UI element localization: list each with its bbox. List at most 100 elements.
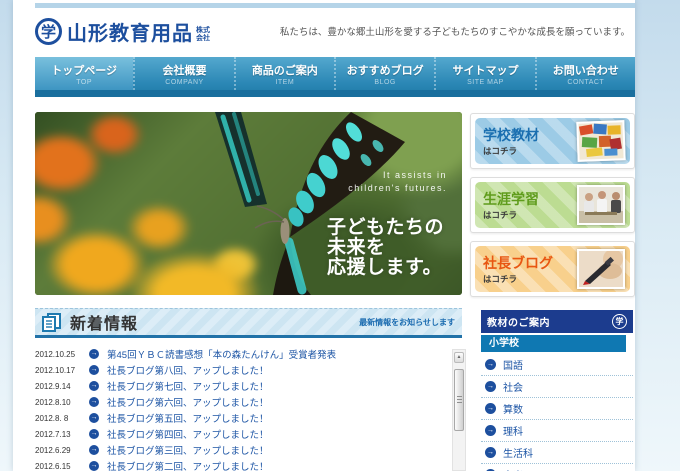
news-section-title: 新着情報 xyxy=(70,310,138,334)
nav-label: サイトマップ xyxy=(452,62,518,78)
main-nav: トップページ TOP 会社概要 COMPANY 商品のご案内 ITEM おすすめ… xyxy=(35,57,635,97)
company-logo[interactable]: 学 山形教育用品 株式 会社 xyxy=(35,17,210,46)
nav-item-top[interactable]: トップページ TOP xyxy=(35,57,133,90)
circle-arrow-icon: → xyxy=(485,447,496,458)
menu-item-music[interactable]: → 音楽 xyxy=(481,464,633,471)
news-item: 2012.6.29 → 社長ブログ第三回、アップしました！ xyxy=(35,442,447,458)
nav-sublabel: TOP xyxy=(76,79,92,86)
news-date: 2012.10.17 xyxy=(35,366,89,375)
banner-sublabel: はコチラ xyxy=(483,209,517,221)
scroll-thumb[interactable] xyxy=(454,369,464,431)
materials-menu: 教材のご案内 学 小学校 → 国語 → 社会 → 算数 → xyxy=(481,310,633,471)
hero-caption-en-line2: children's futures. xyxy=(348,182,447,195)
banner-president-blog[interactable]: 社長ブログ はコチラ xyxy=(470,241,635,297)
menu-item-label: 算数 xyxy=(503,401,523,416)
news-item: 2012.10.25 → 第45回ＹＢＣ読書感想「本の森たんけん」受賞者発表 xyxy=(35,346,447,362)
circle-arrow-icon: → xyxy=(485,425,496,436)
hero-caption-en-line1: It assists in xyxy=(348,169,447,182)
menu-item-label: 音楽 xyxy=(503,467,523,471)
circle-arrow-icon: → xyxy=(89,429,99,439)
nav-label: 会社概要 xyxy=(162,62,206,78)
news-date: 2012.10.25 xyxy=(35,350,89,359)
banner-title: 生涯学習 xyxy=(483,189,539,209)
company-suffix-top: 株式 xyxy=(196,27,210,35)
materials-menu-title: 教材のご案内 xyxy=(487,314,550,329)
top-accent-bar xyxy=(35,3,635,8)
news-link[interactable]: 社長ブログ第三回、アップしました！ xyxy=(107,443,269,457)
scroll-up-button[interactable]: ▲ xyxy=(454,352,464,363)
banner-sublabel: はコチラ xyxy=(483,273,517,285)
hero-image: It assists in children's futures. 子どもたちの… xyxy=(35,112,462,295)
circle-arrow-icon: → xyxy=(89,413,99,423)
news-item: 2012.7.13 → 社長ブログ第四回、アップしました！ xyxy=(35,426,447,442)
news-link[interactable]: 社長ブログ第五回、アップしました！ xyxy=(107,411,269,425)
news-item: 2012.8. 8 → 社長ブログ第五回、アップしました！ xyxy=(35,410,447,426)
page: 学 山形教育用品 株式 会社 私たちは、豊かな郷土山形を愛する子どもたちのすこや… xyxy=(0,0,680,471)
menu-logo-icon: 学 xyxy=(612,314,627,329)
news-section-header: 新着情報 最新情報をお知らせします xyxy=(35,308,462,338)
banner-title: 学校教材 xyxy=(483,125,539,145)
banner-school-materials-body: 学校教材 はコチラ xyxy=(475,118,630,164)
banner-lifelong-learning[interactable]: 生涯学習 はコチラ xyxy=(470,177,635,233)
news-scrollbar[interactable]: ▲ xyxy=(452,349,466,471)
circle-arrow-icon: → xyxy=(89,397,99,407)
news-date: 2012.8. 8 xyxy=(35,414,89,423)
hero-caption-jp: 子どもたちの 未来を 応援します。 xyxy=(327,218,444,278)
nav-sublabel: ITEM xyxy=(275,79,294,86)
menu-item-japanese[interactable]: → 国語 xyxy=(481,354,633,376)
circle-arrow-icon: → xyxy=(485,381,496,392)
side-banners: 学校教材 はコチラ xyxy=(470,113,635,297)
banner-school-materials[interactable]: 学校教材 はコチラ xyxy=(470,113,635,169)
nav-item-item[interactable]: 商品のご案内 ITEM xyxy=(234,57,334,90)
menu-item-math[interactable]: → 算数 xyxy=(481,398,633,420)
news-item: 2012.8.10 → 社長ブログ第六回、アップしました！ xyxy=(35,394,447,410)
nav-item-company[interactable]: 会社概要 COMPANY xyxy=(133,57,233,90)
banner-title: 社長ブログ xyxy=(483,253,553,273)
news-link[interactable]: 社長ブログ第二回、アップしました！ xyxy=(107,459,269,471)
hero-caption-jp-line1: 子どもたちの xyxy=(327,218,444,238)
school-materials-photo xyxy=(576,120,625,162)
news-link[interactable]: 社長ブログ第七回、アップしました！ xyxy=(107,379,269,393)
hero-caption-en: It assists in children's futures. xyxy=(348,169,447,195)
nav-sublabel: CONTACT xyxy=(567,79,604,86)
tagline: 私たちは、豊かな郷土山形を愛する子どもたちのすこやかな成長を願っています。 xyxy=(280,24,635,38)
company-logo-icon: 学 xyxy=(35,18,62,45)
news-date: 2012.8.10 xyxy=(35,398,89,407)
news-latest-link[interactable]: 最新情報をお知らせします xyxy=(359,317,455,328)
menu-item-science[interactable]: → 理科 xyxy=(481,420,633,442)
nav-item-sitemap[interactable]: サイトマップ SITE MAP xyxy=(434,57,534,90)
circle-arrow-icon: → xyxy=(485,359,496,370)
hero-caption-jp-line3: 応援します。 xyxy=(327,258,444,278)
menu-item-social-studies[interactable]: → 社会 xyxy=(481,376,633,398)
materials-menu-header: 教材のご案内 学 xyxy=(481,310,633,333)
banner-sublabel: はコチラ xyxy=(483,145,517,157)
nav-label: トップページ xyxy=(51,62,117,78)
news-date: 2012.7.13 xyxy=(35,430,89,439)
president-blog-photo xyxy=(577,249,625,289)
nav-item-blog[interactable]: おすすめブログ BLOG xyxy=(334,57,434,90)
news-date: 2012.6.29 xyxy=(35,446,89,455)
circle-arrow-icon: → xyxy=(89,461,99,471)
news-date: 2012.9.14 xyxy=(35,382,89,391)
news-item: 2012.10.17 → 社長ブログ第八回、アップしました！ xyxy=(35,362,447,378)
lifelong-learning-photo xyxy=(577,185,625,225)
menu-item-life-studies[interactable]: → 生活科 xyxy=(481,442,633,464)
news-list: 2012.10.25 → 第45回ＹＢＣ読書感想「本の森たんけん」受賞者発表 2… xyxy=(35,346,447,471)
news-icon xyxy=(42,313,62,332)
news-link[interactable]: 社長ブログ第六回、アップしました！ xyxy=(107,395,269,409)
circle-arrow-icon: → xyxy=(89,445,99,455)
site-wrapper: 学 山形教育用品 株式 会社 私たちは、豊かな郷土山形を愛する子どもたちのすこや… xyxy=(13,0,635,471)
subject-list: → 国語 → 社会 → 算数 → 理科 → 生活科 xyxy=(481,354,633,471)
circle-arrow-icon: → xyxy=(485,403,496,414)
nav-label: お問い合わせ xyxy=(553,62,619,78)
nav-sublabel: SITE MAP xyxy=(467,79,504,86)
menu-item-label: 国語 xyxy=(503,357,523,372)
nav-sublabel: COMPANY xyxy=(165,79,203,86)
nav-item-contact[interactable]: お問い合わせ CONTACT xyxy=(535,57,635,90)
news-link[interactable]: 社長ブログ第八回、アップしました！ xyxy=(107,363,269,377)
news-link[interactable]: 社長ブログ第四回、アップしました！ xyxy=(107,427,269,441)
news-link[interactable]: 第45回ＹＢＣ読書感想「本の森たんけん」受賞者発表 xyxy=(107,347,336,361)
nav-label: 商品のご案内 xyxy=(252,62,318,78)
banner-lifelong-learning-body: 生涯学習 はコチラ xyxy=(475,182,630,228)
site-header: 学 山形教育用品 株式 会社 私たちは、豊かな郷土山形を愛する子どもたちのすこや… xyxy=(35,9,635,53)
